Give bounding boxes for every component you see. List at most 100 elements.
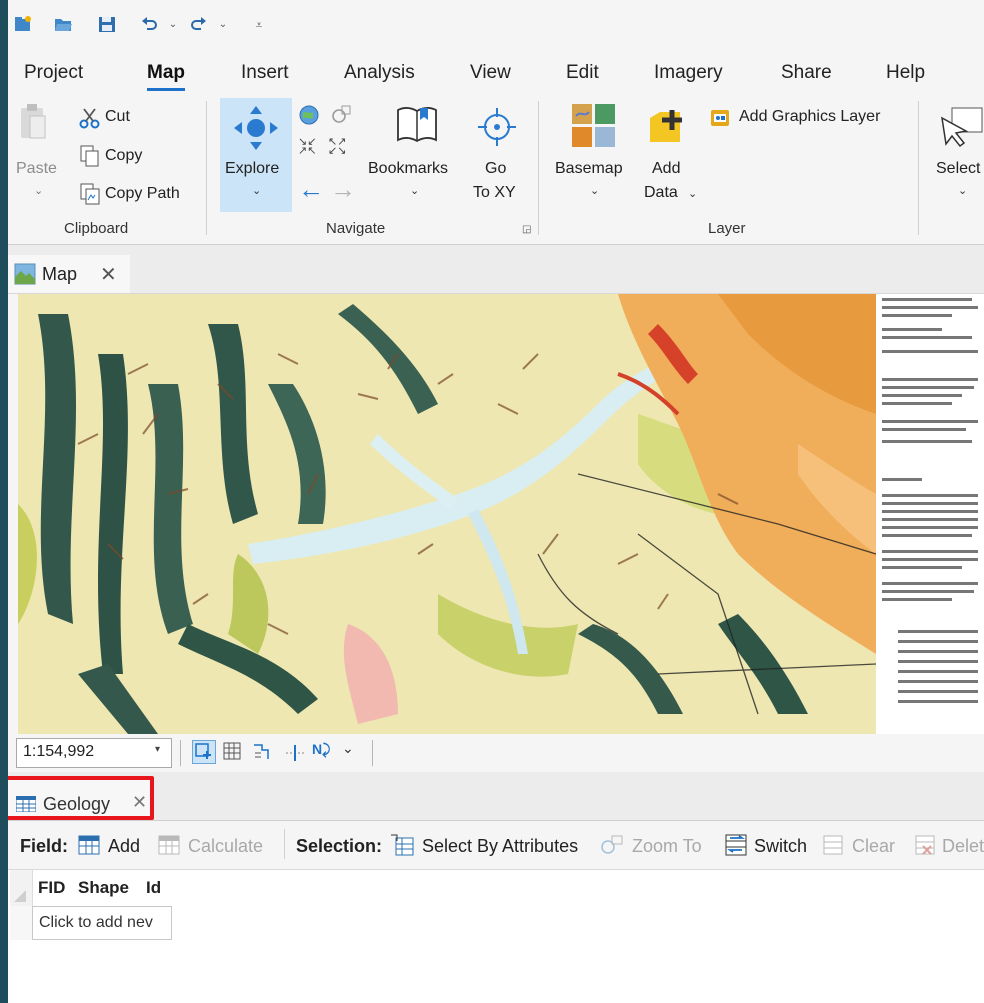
- new-row-selector[interactable]: [10, 906, 33, 940]
- ribbon-separator: [206, 101, 207, 235]
- paste-icon[interactable]: [18, 102, 48, 140]
- tab-view[interactable]: View: [470, 62, 511, 84]
- tab-analysis[interactable]: Analysis: [344, 62, 415, 84]
- arcgis-app-window: ⌄ ⌄ ⩡ Project Map Insert Analysis View E…: [8, 0, 984, 1003]
- paste-chevron-icon[interactable]: ⌄: [34, 184, 43, 197]
- scale-value: 1:154,992: [23, 743, 95, 760]
- toolbar-separator: [284, 829, 285, 859]
- north-arrow-rotation-icon[interactable]: N⤸: [312, 741, 336, 763]
- paste-button[interactable]: Paste: [16, 160, 57, 178]
- column-header-fid[interactable]: FID: [38, 878, 65, 898]
- annotation-highlight-box: [8, 776, 154, 820]
- ribbon: Paste ⌄ Cut Copy Copy Path Clipboard Exp…: [8, 96, 984, 245]
- explore-label: Explore: [225, 160, 280, 177]
- clear-selection-icon: [823, 835, 843, 855]
- delete-selected-icon: [915, 835, 935, 855]
- go-to-xy-icon: [474, 104, 520, 150]
- add-field-icon: [78, 835, 100, 855]
- copy-path-button[interactable]: Copy Path: [105, 185, 180, 203]
- navigate-group-label: Navigate: [326, 220, 386, 237]
- map-canvas[interactable]: [18, 294, 984, 734]
- add-field-button[interactable]: Add: [108, 836, 140, 857]
- tab-map-view[interactable]: Map ✕: [8, 255, 130, 293]
- guides-icon[interactable]: [284, 741, 306, 763]
- cut-icon: [78, 106, 102, 130]
- ribbon-tab-bar: Project Map Insert Analysis View Edit Im…: [8, 50, 984, 96]
- geologic-map-image: [18, 294, 984, 734]
- calculate-field-button[interactable]: Calculate: [188, 836, 263, 857]
- attribute-table-tab-strip: Geology ✕: [8, 772, 984, 821]
- tab-insert[interactable]: Insert: [241, 62, 289, 84]
- cut-button[interactable]: Cut: [105, 108, 130, 126]
- add-graphics-layer-button[interactable]: Add Graphics Layer: [739, 108, 880, 126]
- select-chevron-icon[interactable]: ⌄: [958, 184, 967, 197]
- constraints-icon[interactable]: [252, 741, 274, 763]
- copy-path-icon: [78, 182, 102, 206]
- tab-project[interactable]: Project: [24, 62, 83, 84]
- go-to-xy-button[interactable]: To XY: [473, 184, 516, 202]
- customize-toolbar-icon[interactable]: ⩡: [248, 14, 270, 36]
- add-data-button[interactable]: Data: [644, 184, 678, 202]
- map-view-icon: [14, 263, 36, 285]
- explore-chevron-icon: ⌄: [252, 185, 262, 197]
- switch-selection-button[interactable]: Switch: [754, 836, 807, 857]
- tab-map[interactable]: Map: [147, 62, 185, 91]
- previous-extent-icon[interactable]: ←: [298, 176, 324, 202]
- attribute-table-toolbar: Field: Add Calculate Selection: Select B…: [8, 821, 984, 870]
- tab-edit[interactable]: Edit: [566, 62, 599, 84]
- snapping-toggle-icon[interactable]: [192, 740, 216, 764]
- column-header-shape[interactable]: Shape: [78, 878, 129, 898]
- open-project-icon[interactable]: [52, 14, 74, 36]
- save-project-icon[interactable]: [96, 14, 118, 36]
- ribbon-separator: [538, 101, 539, 235]
- next-extent-icon[interactable]: →: [330, 176, 356, 202]
- undo-dropdown-chevron-icon[interactable]: ⌄: [162, 14, 184, 36]
- zoom-to-button[interactable]: Zoom To: [632, 836, 702, 857]
- bookmarks-icon: [394, 102, 440, 148]
- row-selector-header[interactable]: [10, 870, 33, 906]
- switch-selection-icon: [725, 834, 747, 856]
- scale-dropdown-icon[interactable]: ▾: [155, 744, 160, 755]
- navigate-options-launcher-icon[interactable]: ◲: [522, 224, 531, 235]
- fixed-zoom-in-icon[interactable]: ↘↙ ↗↖: [298, 137, 322, 162]
- tab-help[interactable]: Help: [886, 62, 925, 84]
- bookmarks-button[interactable]: Bookmarks: [368, 160, 448, 178]
- map-view-tab-strip: Map ✕: [8, 245, 984, 294]
- new-project-icon[interactable]: [12, 14, 34, 36]
- select-icon: [938, 104, 984, 150]
- add-label: Add: [652, 160, 681, 177]
- explore-button[interactable]: Explore ⌄: [220, 98, 292, 212]
- bookmarks-chevron-icon[interactable]: ⌄: [410, 184, 419, 197]
- select-button[interactable]: Select: [936, 160, 980, 178]
- basemap-chevron-icon[interactable]: ⌄: [590, 184, 599, 197]
- status-more-chevron-icon[interactable]: ⌄: [342, 740, 354, 757]
- fixed-zoom-out-icon[interactable]: ↖↗ ↙↘: [328, 137, 352, 162]
- add-graphics-layer-icon: [710, 108, 730, 128]
- ribbon-separator: [918, 101, 919, 235]
- delete-selected-button[interactable]: Delet: [942, 836, 984, 857]
- clear-selection-button[interactable]: Clear: [852, 836, 895, 857]
- scale-combobox[interactable]: 1:154,992 ▾: [16, 738, 172, 768]
- copy-button[interactable]: Copy: [105, 147, 142, 165]
- field-label: Field:: [20, 836, 68, 856]
- grid-toggle-icon[interactable]: [222, 741, 244, 763]
- column-header-id[interactable]: Id: [146, 878, 161, 898]
- tab-geology-table[interactable]: Geology ✕: [8, 776, 154, 820]
- close-map-tab-icon[interactable]: ✕: [100, 262, 117, 287]
- copy-icon: [78, 144, 102, 168]
- tab-imagery[interactable]: Imagery: [654, 62, 723, 84]
- map-tab-label: Map: [42, 264, 78, 284]
- basemap-icon: [570, 102, 618, 150]
- full-extent-icon[interactable]: [298, 104, 320, 126]
- undo-icon[interactable]: [138, 14, 160, 36]
- select-all-corner-icon: [14, 890, 26, 902]
- select-by-attributes-button[interactable]: Select By Attributes: [422, 836, 578, 857]
- zoom-to-selection-icon[interactable]: [330, 104, 352, 126]
- redo-icon[interactable]: [188, 14, 210, 36]
- add-data-chevron-icon[interactable]: ⌄: [688, 187, 697, 200]
- status-separator: [372, 740, 373, 766]
- redo-dropdown-chevron-icon[interactable]: ⌄: [212, 14, 234, 36]
- new-row-placeholder[interactable]: Click to add nev: [32, 906, 172, 940]
- tab-share[interactable]: Share: [781, 62, 832, 84]
- basemap-button[interactable]: Basemap: [555, 160, 623, 178]
